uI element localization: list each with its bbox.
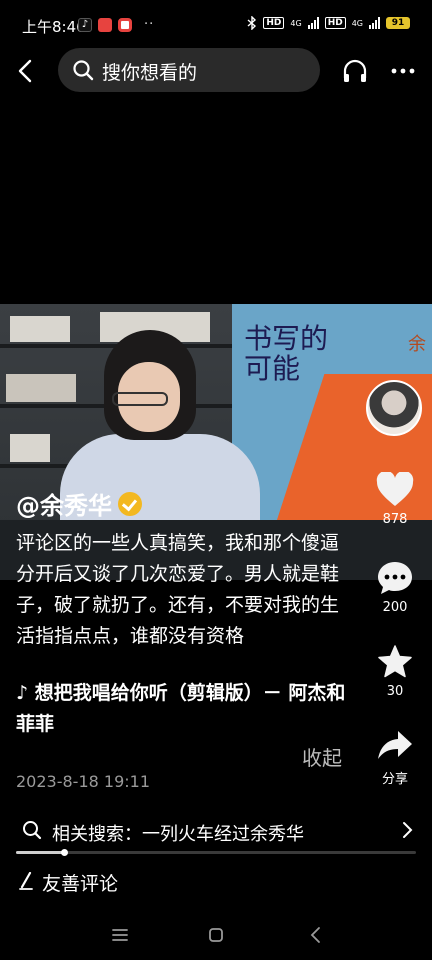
back-arrow-icon (18, 59, 32, 83)
back-nav-icon[interactable] (304, 924, 328, 946)
pencil-icon (19, 872, 33, 890)
author-name-row[interactable]: @余秀华 (16, 486, 142, 521)
app-icon-red-round (118, 17, 132, 32)
signal-icon-2 (369, 17, 380, 29)
app-icon-red (98, 17, 112, 32)
related-search-bar[interactable]: 相关搜索：一列火车经过余秀华 (0, 812, 432, 852)
menu-icon[interactable] (108, 924, 132, 946)
top-bar: 搜你想看的 (0, 48, 432, 94)
network-badge-2: 4G (351, 18, 363, 28)
status-bar: 上午8:46 ♪ ·· HD 4G HD 4G 91 (0, 0, 432, 52)
network-badge-1: 4G (290, 18, 302, 28)
search-icon (23, 821, 42, 840)
status-indicators: HD 4G HD 4G 91 (247, 16, 410, 30)
comment-icon (378, 562, 412, 594)
favorite-count: 30 (386, 684, 404, 699)
comment-input[interactable]: 友善评论 (0, 864, 432, 900)
search-icon (73, 60, 94, 81)
search-input[interactable]: 搜你想看的 (58, 48, 320, 92)
listen-mode-button[interactable] (340, 56, 370, 86)
hd-badge-2: HD (324, 17, 346, 29)
share-button[interactable]: 分享 (366, 728, 424, 787)
video-poster-side-text: 余 (408, 334, 426, 355)
more-menu-button[interactable] (388, 56, 418, 86)
tiktok-icon: ♪ (78, 17, 92, 32)
music-title[interactable]: ♪ 想把我唱给你听（剪辑版）－ 阿杰和菲菲 (16, 678, 352, 740)
favorite-button[interactable]: 30 (366, 644, 424, 699)
more-dots-icon (391, 68, 415, 74)
battery-icon: 91 (386, 17, 410, 29)
home-square-icon[interactable] (204, 924, 228, 946)
like-count: 878 (382, 512, 408, 527)
collapse-button[interactable]: 收起 (302, 742, 342, 771)
post-timestamp: 2023-8-18 19:11 (16, 772, 150, 791)
share-label: 分享 (381, 772, 408, 787)
bluetooth-icon (247, 16, 257, 30)
signal-icon-1 (307, 17, 319, 29)
playback-progress-knob[interactable] (61, 849, 68, 856)
verified-badge-icon (118, 491, 142, 516)
share-arrow-icon (378, 731, 412, 759)
playback-progress-bar[interactable] (16, 849, 416, 856)
video-poster-text: 书写的 可能 (244, 322, 329, 385)
search-placeholder: 搜你想看的 (102, 62, 198, 84)
related-search-label: 相关搜索：一列火车经过余秀华 (52, 824, 304, 845)
hd-badge-1: HD (263, 17, 285, 29)
like-button[interactable]: 878 (366, 472, 424, 527)
playback-progress-fill (16, 851, 64, 854)
status-more-dots: ·· (144, 17, 155, 32)
status-app-icons: ♪ ·· (78, 17, 154, 32)
video-caption: 评论区的一些人真搞笑，我和那个傻逼分开后又谈了几次恋爱了。男人就是鞋子，破了就扔… (16, 532, 340, 647)
back-button[interactable] (12, 54, 40, 88)
heart-icon (376, 472, 414, 506)
comment-button[interactable]: 200 (366, 560, 424, 615)
headphones-icon (343, 59, 367, 82)
status-time: 上午8:46 (22, 18, 86, 36)
comment-placeholder: 友善评论 (42, 873, 119, 895)
chevron-right-icon (403, 822, 413, 838)
system-nav-bar (0, 916, 432, 956)
star-icon (378, 645, 412, 678)
author-name[interactable]: @余秀华 (16, 486, 112, 521)
author-avatar[interactable] (366, 380, 422, 436)
comment-count: 200 (382, 600, 408, 615)
